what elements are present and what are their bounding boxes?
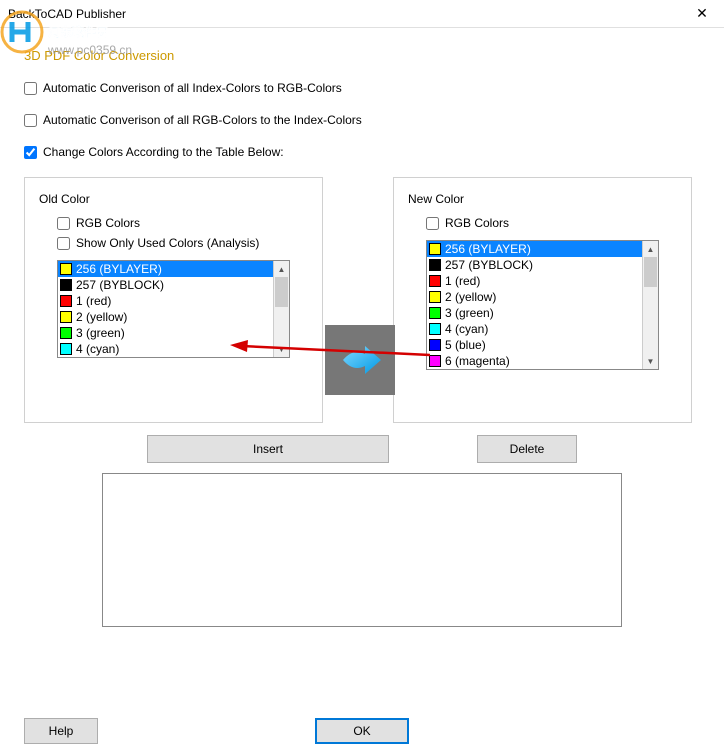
list-item-label: 5 (blue) (445, 338, 486, 352)
close-button[interactable]: ✕ (680, 0, 724, 28)
window-title: BackToCAD Publisher (8, 7, 680, 21)
list-item-label: 1 (red) (76, 294, 111, 308)
color-swatch (429, 355, 441, 367)
scroll-down-icon[interactable]: ▼ (274, 341, 289, 357)
legend-old-color: Old Color (39, 192, 90, 206)
list-item-label: 4 (cyan) (445, 322, 488, 336)
color-swatch (60, 311, 72, 323)
list-item[interactable]: 1 (red) (58, 293, 273, 309)
scrollbar-old[interactable]: ▲ ▼ (273, 261, 289, 357)
list-item-label: 1 (red) (445, 274, 480, 288)
listbox-new-color[interactable]: 256 (BYLAYER) 257 (BYBLOCK) 1 (red) 2 (yell… (426, 240, 659, 370)
list-item[interactable]: 2 (yellow) (58, 309, 273, 325)
list-item[interactable]: 2 (yellow) (427, 289, 642, 305)
delete-button[interactable]: Delete (477, 435, 577, 463)
color-swatch (429, 275, 441, 287)
checkbox-new-rgb[interactable] (426, 217, 439, 230)
scroll-up-icon[interactable]: ▲ (274, 261, 289, 277)
opt-auto-rgb-index[interactable]: Automatic Converison of all RGB-Colors t… (24, 113, 700, 127)
list-item[interactable]: 5 (blue) (427, 337, 642, 353)
checkbox-old-used[interactable] (57, 237, 70, 250)
color-swatch (60, 279, 72, 291)
checkbox-auto-rgb-index[interactable] (24, 114, 37, 127)
list-item[interactable]: 6 (magenta) (427, 353, 642, 369)
list-item-label: 2 (yellow) (76, 310, 127, 324)
listbox-old-color[interactable]: 256 (BYLAYER) 257 (BYBLOCK) 1 (red) 2 (yell… (57, 260, 290, 358)
list-item-label: 2 (yellow) (445, 290, 496, 304)
list-item-label: 4 (cyan) (76, 342, 119, 356)
label-new-rgb: RGB Colors (445, 216, 509, 230)
scroll-down-icon[interactable]: ▼ (643, 353, 658, 369)
section-title: 3D PDF Color Conversion (24, 48, 700, 63)
mapping-textarea[interactable] (102, 473, 622, 627)
color-swatch (60, 327, 72, 339)
list-item[interactable]: 3 (green) (58, 325, 273, 341)
list-item-label: 256 (BYLAYER) (445, 242, 531, 256)
group-new-color: New Color RGB Colors 256 (BYLAYER) 257 (B… (393, 177, 692, 423)
titlebar: BackToCAD Publisher ✕ (0, 0, 724, 28)
label-auto-index-rgb: Automatic Converison of all Index-Colors… (43, 81, 342, 95)
label-old-used: Show Only Used Colors (Analysis) (76, 236, 259, 250)
list-item[interactable]: 257 (BYBLOCK) (427, 257, 642, 273)
label-auto-rgb-index: Automatic Converison of all RGB-Colors t… (43, 113, 362, 127)
color-swatch (60, 263, 72, 275)
list-item[interactable]: 256 (BYLAYER) (427, 241, 642, 257)
checkbox-old-rgb[interactable] (57, 217, 70, 230)
opt-old-rgb[interactable]: RGB Colors (57, 216, 290, 230)
list-item-label: 257 (BYBLOCK) (445, 258, 533, 272)
color-swatch (429, 339, 441, 351)
list-item-label: 3 (green) (76, 326, 125, 340)
list-item-label: 256 (BYLAYER) (76, 262, 162, 276)
group-old-color: Old Color RGB Colors Show Only Used Colo… (24, 177, 323, 423)
color-swatch (60, 343, 72, 355)
legend-new-color: New Color (408, 192, 464, 206)
help-button[interactable]: Help (24, 718, 98, 744)
list-item[interactable]: 4 (cyan) (427, 321, 642, 337)
opt-change-table[interactable]: Change Colors According to the Table Bel… (24, 145, 700, 159)
color-swatch (60, 295, 72, 307)
color-swatch (429, 323, 441, 335)
color-swatch (429, 259, 441, 271)
checkbox-auto-index-rgb[interactable] (24, 82, 37, 95)
scrollbar-new[interactable]: ▲ ▼ (642, 241, 658, 369)
list-item[interactable]: 257 (BYBLOCK) (58, 277, 273, 293)
opt-new-rgb[interactable]: RGB Colors (426, 216, 659, 230)
color-swatch (429, 307, 441, 319)
opt-old-used[interactable]: Show Only Used Colors (Analysis) (57, 236, 290, 250)
list-item[interactable]: 3 (green) (427, 305, 642, 321)
list-item[interactable]: 4 (cyan) (58, 341, 273, 357)
label-change-table: Change Colors According to the Table Bel… (43, 145, 284, 159)
label-old-rgb: RGB Colors (76, 216, 140, 230)
scroll-up-icon[interactable]: ▲ (643, 241, 658, 257)
insert-button[interactable]: Insert (147, 435, 389, 463)
list-item-label: 257 (BYBLOCK) (76, 278, 164, 292)
color-swatch (429, 243, 441, 255)
list-item-label: 3 (green) (445, 306, 494, 320)
checkbox-change-table[interactable] (24, 146, 37, 159)
list-item[interactable]: 256 (BYLAYER) (58, 261, 273, 277)
color-swatch (429, 291, 441, 303)
list-item-label: 6 (magenta) (445, 354, 510, 368)
transfer-icon (325, 325, 395, 395)
list-item[interactable]: 1 (red) (427, 273, 642, 289)
ok-button[interactable]: OK (315, 718, 409, 744)
opt-auto-index-rgb[interactable]: Automatic Converison of all Index-Colors… (24, 81, 700, 95)
